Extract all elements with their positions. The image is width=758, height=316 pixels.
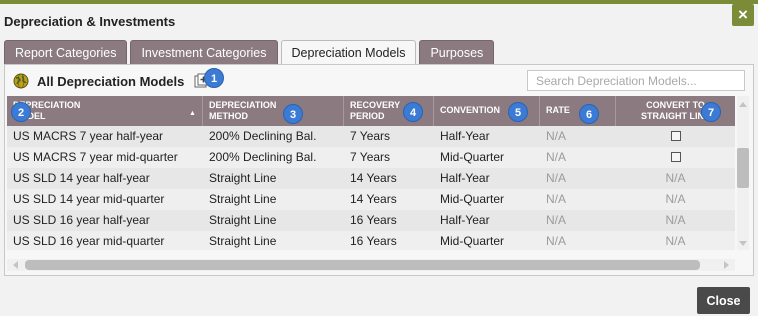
cell-period: 14 Years	[350, 192, 397, 206]
cell-rate: N/A	[546, 234, 567, 248]
cell-convention: Mid-Quarter	[440, 234, 505, 248]
cell-model: US SLD 16 year mid-quarter	[13, 234, 165, 248]
sort-asc-icon[interactable]: ▲	[189, 108, 196, 119]
cell-convert: N/A	[665, 192, 686, 206]
cell-rate: N/A	[546, 171, 567, 185]
tab-investment-categories[interactable]: Investment Categories	[130, 40, 278, 64]
cell-period: 14 Years	[350, 171, 397, 185]
top-accent-bar	[0, 0, 758, 4]
cell-period: 7 Years	[350, 129, 391, 143]
cell-model: US SLD 14 year mid-quarter	[13, 192, 165, 206]
cell-convention: Mid-Quarter	[440, 150, 505, 164]
callout-badge-1: 1	[204, 68, 224, 88]
tab-depreciation-models[interactable]: Depreciation Models	[280, 40, 417, 65]
cell-model: US SLD 16 year half-year	[13, 213, 150, 227]
cell-method: Straight Line	[209, 213, 277, 227]
table-row[interactable]: US MACRS 7 year mid-quarter 200% Declini…	[7, 147, 735, 168]
cell-convert: N/A	[665, 213, 686, 227]
header-line: Depreciation	[13, 100, 81, 110]
horizontal-scrollbar[interactable]	[7, 259, 735, 271]
cell-convert: N/A	[665, 171, 686, 185]
depreciation-models-table: Depreciation Model ▲ Depreciation Method…	[7, 96, 735, 250]
cell-model: US MACRS 7 year half-year	[13, 129, 164, 143]
cell-convert	[616, 147, 735, 168]
callout-badge-3: 3	[283, 104, 303, 124]
table-row[interactable]: US SLD 16 year half-year Straight Line 1…	[7, 210, 735, 231]
cell-method: Straight Line	[209, 234, 277, 248]
cell-convert	[616, 126, 735, 147]
table-body: US MACRS 7 year half-year 200% Declining…	[7, 126, 735, 250]
vertical-scroll-thumb[interactable]	[737, 148, 749, 188]
table-row[interactable]: US SLD 14 year mid-quarter Straight Line…	[7, 189, 735, 210]
cell-model: US MACRS 7 year mid-quarter	[13, 150, 178, 164]
cell-method: Straight Line	[209, 192, 277, 206]
dialog-title: Depreciation & Investments	[4, 14, 176, 29]
vertical-scrollbar[interactable]	[737, 96, 749, 250]
cell-convention: Mid-Quarter	[440, 192, 505, 206]
globe-icon	[13, 73, 29, 89]
search-input[interactable]	[527, 70, 745, 91]
scroll-left-icon[interactable]	[13, 261, 18, 269]
panel-title-row: All Depreciation Models	[13, 73, 210, 89]
cell-rate: N/A	[546, 129, 567, 143]
cell-model: US SLD 14 year half-year	[13, 171, 150, 185]
horizontal-scroll-thumb[interactable]	[25, 260, 700, 270]
column-header-rate[interactable]: Rate	[540, 96, 616, 126]
cell-convention: Half-Year	[440, 171, 490, 185]
column-header-depreciation-method[interactable]: Depreciation Method	[203, 96, 344, 126]
scroll-right-icon[interactable]	[724, 261, 729, 269]
tab-purposes[interactable]: Purposes	[419, 40, 495, 64]
cell-method: 200% Declining Bal.	[209, 150, 317, 164]
depreciation-models-panel: All Depreciation Models Depreciation Mod…	[4, 64, 754, 276]
convert-checkbox[interactable]	[670, 130, 681, 141]
cell-convert: N/A	[665, 234, 686, 248]
panel-title: All Depreciation Models	[37, 73, 185, 89]
cell-rate: N/A	[546, 192, 567, 206]
tab-report-categories[interactable]: Report Categories	[4, 40, 128, 64]
column-header-depreciation-model[interactable]: Depreciation Model ▲	[7, 96, 203, 126]
cell-rate: N/A	[546, 150, 567, 164]
callout-badge-4: 4	[403, 102, 423, 122]
cell-method: Straight Line	[209, 171, 277, 185]
close-button[interactable]: Close	[697, 287, 750, 314]
callout-badge-5: 5	[508, 102, 528, 122]
cell-period: 7 Years	[350, 150, 391, 164]
table-header: Depreciation Model ▲ Depreciation Method…	[7, 96, 735, 126]
convert-checkbox[interactable]	[670, 151, 681, 162]
table-row[interactable]: US SLD 16 year mid-quarter Straight Line…	[7, 231, 735, 250]
header-line: Method	[209, 111, 248, 121]
cell-period: 16 Years	[350, 213, 397, 227]
callout-badge-7: 7	[701, 102, 721, 122]
table-row[interactable]: US SLD 14 year half-year Straight Line 1…	[7, 168, 735, 189]
table-row[interactable]: US MACRS 7 year half-year 200% Declining…	[7, 126, 735, 147]
cell-convention: Half-Year	[440, 213, 490, 227]
header-line: Depreciation	[209, 100, 277, 110]
callout-badge-2: 2	[11, 102, 31, 122]
cell-period: 16 Years	[350, 234, 397, 248]
close-icon[interactable]: ×	[732, 4, 754, 26]
cell-method: 200% Declining Bal.	[209, 129, 317, 143]
cell-rate: N/A	[546, 213, 567, 227]
tab-bar: Report Categories Investment Categories …	[4, 40, 497, 65]
scroll-down-icon[interactable]	[739, 241, 747, 246]
scroll-up-icon[interactable]	[739, 102, 747, 107]
callout-badge-6: 6	[579, 104, 599, 124]
header-line: Model	[13, 111, 202, 122]
cell-convention: Half-Year	[440, 129, 490, 143]
